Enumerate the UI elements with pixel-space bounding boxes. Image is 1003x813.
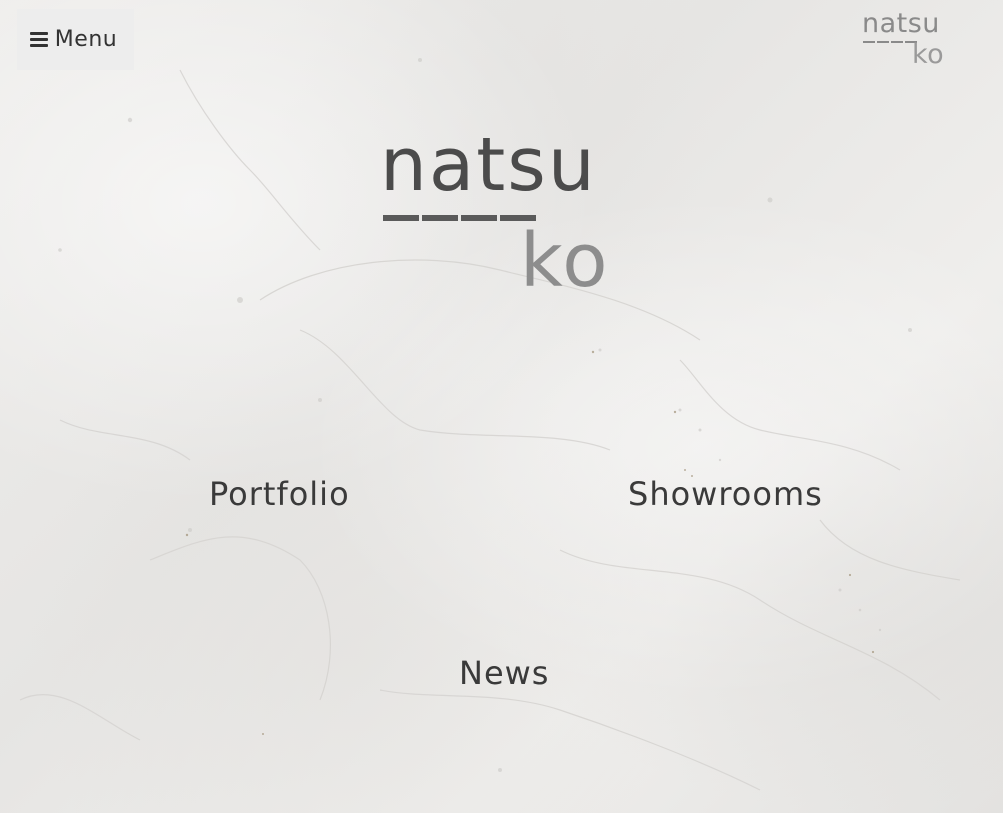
nav-link-showrooms[interactable]: Showrooms — [628, 475, 823, 513]
menu-button[interactable]: Menu — [17, 9, 134, 70]
hero-logo-line2: ko — [520, 218, 610, 304]
hero-logo-line1: natsu — [380, 122, 597, 208]
hamburger-icon — [29, 32, 48, 47]
menu-label: Menu — [54, 27, 118, 52]
hero-logo: natsu ko — [380, 125, 630, 305]
corner-logo-line1: natsu — [862, 8, 940, 39]
corner-logo[interactable]: natsu ko — [860, 8, 950, 72]
corner-logo-line2: ko — [912, 39, 945, 70]
hero-logo-dash — [383, 215, 536, 221]
nav-link-portfolio[interactable]: Portfolio — [209, 475, 350, 513]
nav-link-news[interactable]: News — [459, 654, 549, 692]
corner-logo-dash — [863, 41, 918, 43]
